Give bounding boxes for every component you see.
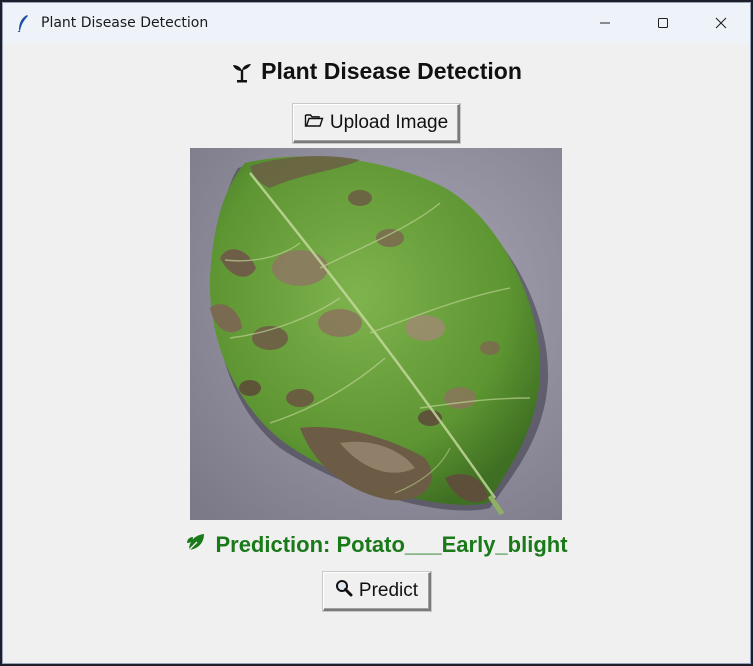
maximize-icon	[658, 18, 668, 28]
prediction-result: Prediction: Potato___Early_blight	[3, 531, 750, 559]
title-bar[interactable]: Plant Disease Detection	[3, 3, 750, 43]
window-title: Plant Disease Detection	[41, 15, 209, 31]
upload-button-label: Upload Image	[329, 112, 449, 133]
seedling-icon	[231, 61, 253, 83]
predict-button[interactable]: Predict	[323, 572, 431, 611]
predict-button-label: Predict	[358, 580, 419, 601]
window-controls	[576, 3, 750, 43]
feather-icon	[15, 14, 31, 32]
maximize-button[interactable]	[634, 3, 692, 43]
page-title: Plant Disease Detection	[261, 58, 522, 84]
magnifier-icon	[335, 579, 353, 603]
main-content: Plant Disease Detection Upload Image Pre…	[3, 43, 750, 663]
app-window: Plant Disease Detection Plant Disease De…	[2, 2, 751, 664]
leaf-image	[190, 148, 562, 520]
upload-image-button[interactable]: Upload Image	[293, 104, 460, 143]
minimize-button[interactable]	[576, 3, 634, 43]
close-button[interactable]	[692, 3, 750, 43]
minimize-icon	[600, 22, 610, 24]
leaf-icon	[185, 531, 207, 559]
folder-open-icon	[304, 112, 324, 134]
page-heading: Plant Disease Detection	[3, 58, 750, 85]
close-icon	[715, 17, 727, 29]
prediction-text: Prediction: Potato___Early_blight	[215, 532, 568, 557]
